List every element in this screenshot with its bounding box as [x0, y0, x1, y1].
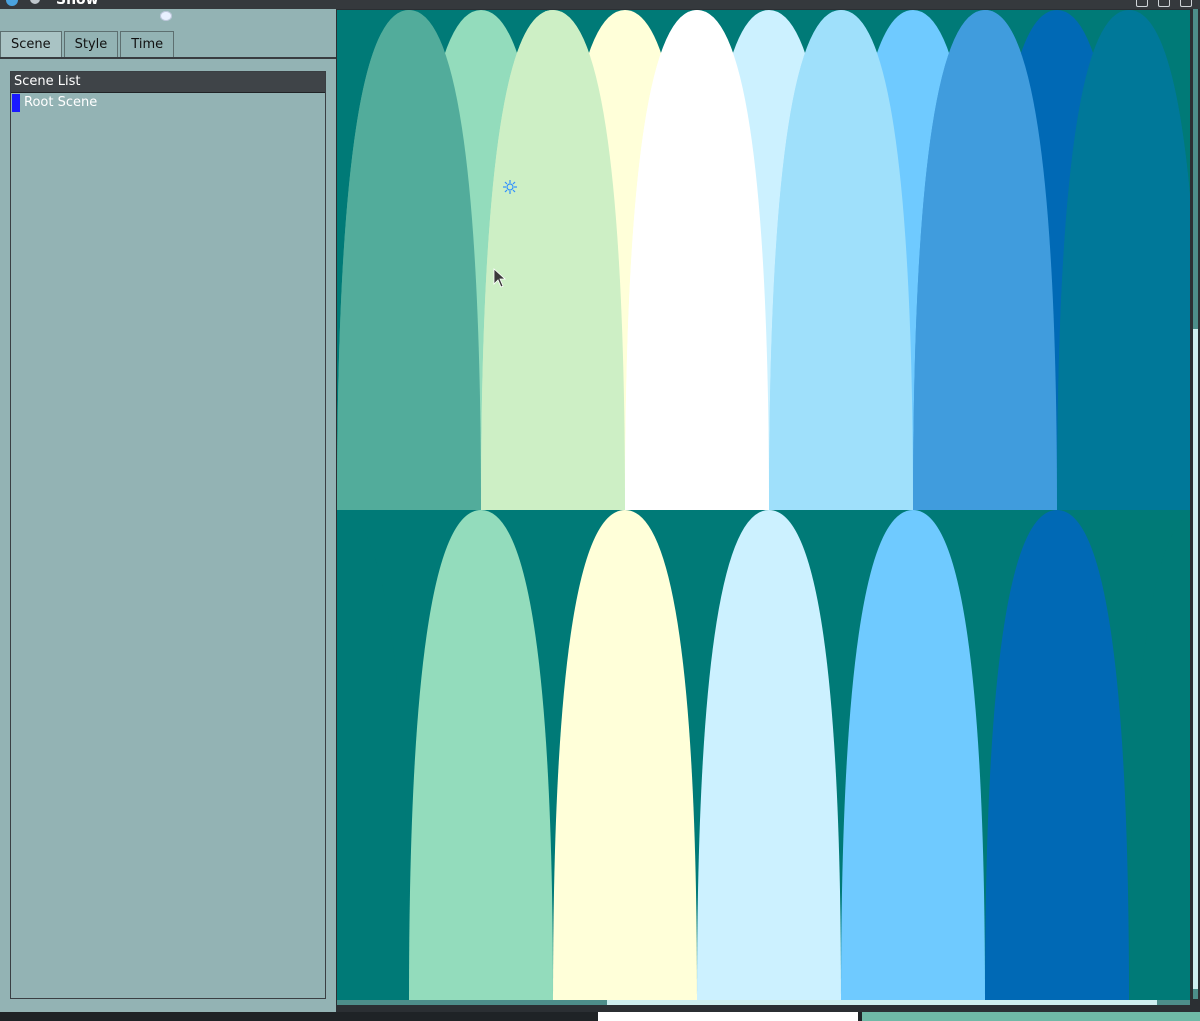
tab-scene[interactable]: Scene [0, 31, 62, 58]
panel-handle-icon[interactable] [160, 11, 172, 21]
app-icon[interactable] [6, 0, 18, 6]
viewport-frame [336, 9, 1200, 1012]
tab-style[interactable]: Style [63, 31, 119, 57]
tab-time[interactable]: Time [120, 31, 175, 57]
vertical-scroll-thumb[interactable] [1193, 329, 1198, 989]
mouse-pointer-icon [493, 268, 507, 288]
scales-pattern [337, 10, 1190, 1000]
close-icon[interactable] [1180, 0, 1192, 7]
status-panel-white [598, 1012, 858, 1021]
tab-divider [0, 57, 336, 59]
scene-list-item-root[interactable]: Root Scene [11, 93, 325, 113]
maximize-icon[interactable] [1158, 0, 1170, 7]
horizontal-scrollbar[interactable] [337, 1000, 1190, 1005]
window-title: Show [56, 0, 99, 8]
render-canvas[interactable] [337, 10, 1190, 1000]
vertical-scrollbar[interactable] [1193, 9, 1198, 999]
scene-panel: Scene Style Time Scene List Root Scene [0, 9, 337, 1012]
menu-icon[interactable] [30, 0, 40, 4]
horizontal-scroll-thumb[interactable] [607, 1000, 1157, 1005]
scene-item-label: Root Scene [24, 95, 98, 110]
panel-tabs: Scene Style Time [0, 31, 176, 58]
scene-list: Scene List Root Scene [10, 71, 326, 999]
minimize-icon[interactable] [1136, 0, 1148, 7]
title-bar: Show [0, 0, 1200, 9]
status-strip [0, 1012, 1200, 1021]
scene-list-header: Scene List [11, 72, 325, 93]
selection-marker [12, 94, 20, 112]
status-panel-preview [862, 1012, 1200, 1021]
